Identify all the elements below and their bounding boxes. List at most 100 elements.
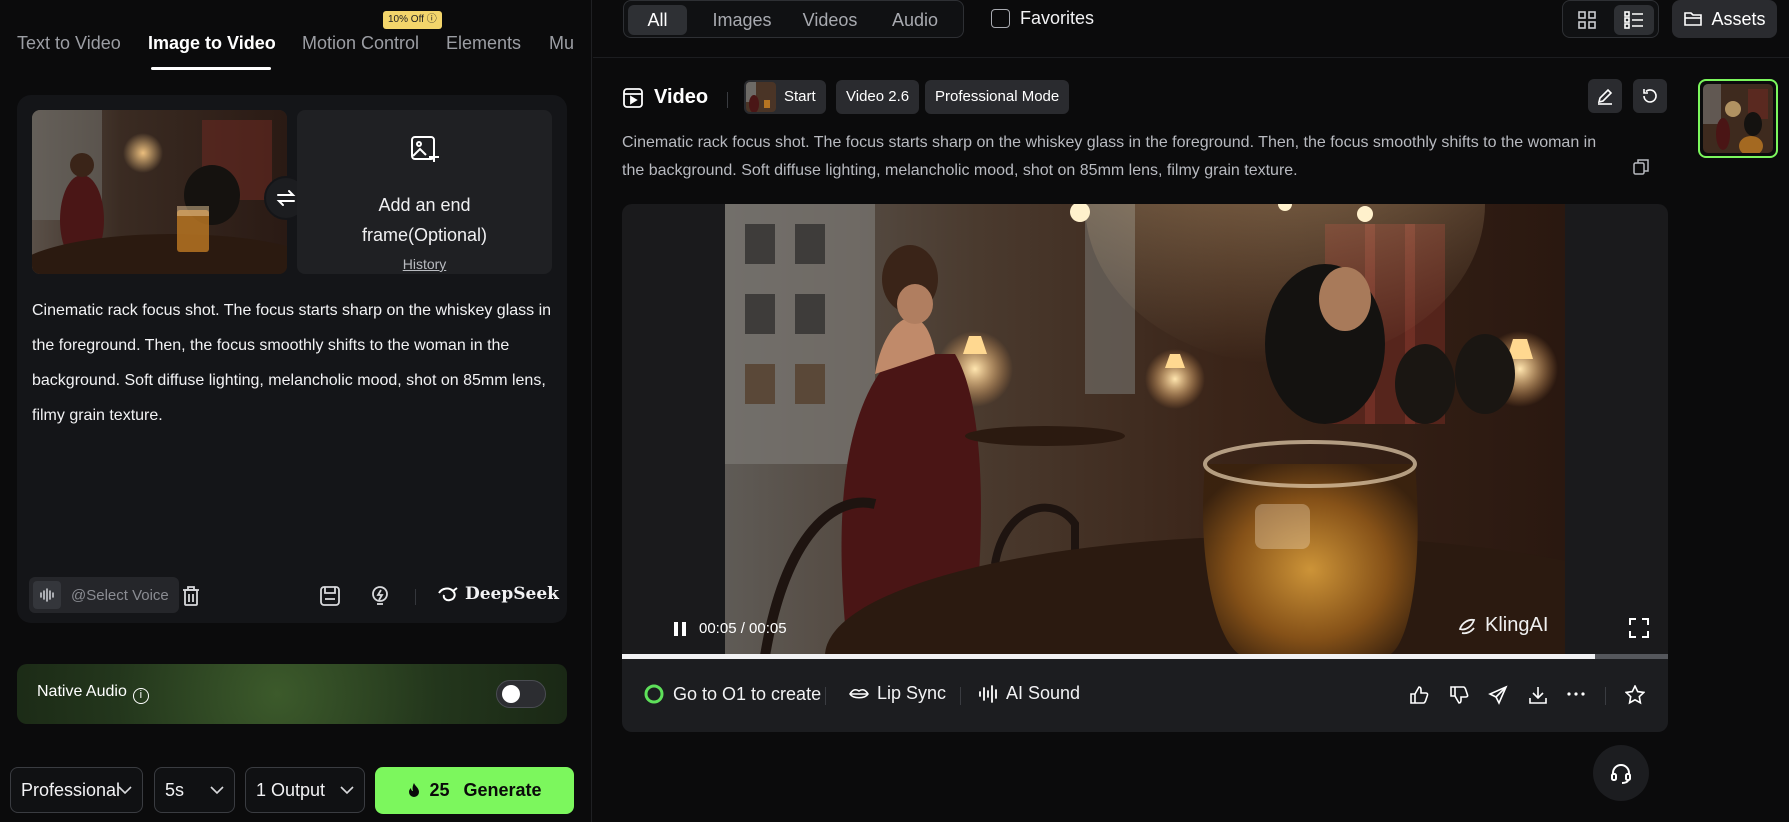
generate-button[interactable]: 25 Generate: [375, 767, 574, 814]
credits-flame-icon: [409, 782, 420, 797]
prompt-textarea[interactable]: Cinematic rack focus shot. The focus sta…: [32, 293, 557, 433]
model-chip: Video 2.6: [836, 80, 920, 114]
output-count-select[interactable]: 1 Output: [245, 767, 365, 813]
native-audio-card: Native Audio i: [17, 664, 567, 724]
share-icon[interactable]: [1488, 685, 1508, 705]
video-card-title: Video: [622, 86, 708, 109]
duration-select[interactable]: 5s: [154, 767, 235, 813]
more-icon[interactable]: [1567, 692, 1585, 696]
start-frame-image[interactable]: [32, 110, 287, 274]
tab-image-to-video[interactable]: Image to Video: [148, 33, 276, 54]
support-button[interactable]: [1593, 745, 1649, 801]
voice-wave-icon: [33, 581, 61, 609]
video-prompt-description: Cinematic rack focus shot. The focus sta…: [622, 134, 1597, 179]
video-result-card: Video Start Video 2.6 Professional Mode …: [622, 78, 1668, 732]
start-thumbnail: [746, 82, 776, 112]
tab-more[interactable]: Mu: [549, 33, 574, 54]
thumbs-up-icon[interactable]: [1409, 685, 1429, 705]
filter-images[interactable]: Images: [697, 5, 787, 35]
enhance-prompt-button[interactable]: [368, 584, 392, 608]
delete-button[interactable]: [179, 584, 203, 608]
add-image-icon: [411, 136, 439, 162]
o1-logo-icon: [644, 684, 664, 704]
credit-cost: 25: [429, 780, 450, 800]
toggle-knob: [502, 685, 520, 703]
video-actions-bar: Go to O1 to create Lip Sync AI Sound: [622, 659, 1668, 732]
mode-value: Professional: [21, 780, 121, 800]
chevron-down-icon: [340, 786, 354, 795]
pause-icon[interactable]: [673, 621, 687, 637]
lip-sync-button[interactable]: Lip Sync: [849, 683, 946, 704]
playback-controls: 00:05 / 00:05: [673, 620, 787, 637]
fullscreen-button[interactable]: [1628, 617, 1650, 644]
watermark-text: KlingAI: [1485, 614, 1549, 636]
creation-panel: Text to Video Image to Video Motion Cont…: [0, 0, 592, 822]
download-icon[interactable]: [1528, 685, 1548, 705]
ai-sound-button[interactable]: AI Sound: [978, 683, 1080, 704]
prompt-card: Add an end frame(Optional) History Cinema…: [17, 95, 567, 623]
regenerate-button[interactable]: [1633, 79, 1667, 113]
select-voice-button[interactable]: @Select Voice: [29, 577, 179, 613]
lips-icon: [849, 688, 869, 699]
assets-label: Assets: [1711, 8, 1766, 29]
favorites-filter[interactable]: Favorites: [991, 8, 1094, 29]
copy-icon[interactable]: [1632, 158, 1650, 181]
toolbar-divider: [415, 589, 416, 605]
swap-icon: [276, 190, 296, 206]
voice-placeholder: @Select Voice: [71, 587, 169, 604]
generate-bar: Professional 5s 1 Output 25 Generate: [0, 767, 592, 815]
generate-label: Generate: [463, 780, 542, 800]
pencil-icon: [1597, 88, 1613, 105]
action-divider: [825, 687, 826, 705]
asset-filter: All Images Videos Audio: [623, 0, 964, 38]
mode-tabs: Text to Video Image to Video Motion Cont…: [0, 0, 592, 74]
info-icon[interactable]: i: [132, 688, 149, 704]
favorites-checkbox[interactable]: [991, 9, 1010, 28]
tab-text-to-video[interactable]: Text to Video: [17, 33, 121, 54]
header-divider: [593, 57, 1789, 58]
klingai-logo-icon: [1458, 618, 1476, 634]
filter-all[interactable]: All: [628, 5, 687, 35]
native-audio-label: Native Audio i: [37, 683, 149, 704]
tab-motion-control[interactable]: Motion Control: [302, 33, 419, 54]
duration-value: 5s: [165, 780, 185, 800]
assets-button[interactable]: Assets: [1672, 0, 1777, 38]
thumbs-down-icon[interactable]: [1449, 685, 1469, 705]
edit-button[interactable]: [1588, 79, 1622, 113]
mode-select[interactable]: Professional: [10, 767, 143, 813]
end-frame-title: Add an end frame(Optional): [361, 195, 488, 245]
deepseek-button[interactable]: DeepSeek: [437, 584, 559, 604]
output-count-value: 1 Output: [256, 780, 326, 800]
end-frame-upload[interactable]: Add an end frame(Optional) History: [297, 110, 552, 274]
save-prompt-button[interactable]: [318, 584, 342, 608]
tab-elements[interactable]: Elements: [446, 33, 521, 54]
video-player[interactable]: 00:05 / 00:05 KlingAI: [622, 204, 1668, 656]
klingai-watermark: KlingAI: [1457, 614, 1548, 637]
star-icon[interactable]: [1625, 685, 1645, 705]
go-to-o1-button[interactable]: Go to O1 to create: [643, 683, 821, 705]
deepseek-label: DeepSeek: [465, 584, 559, 604]
discount-badge: 10% Off ⓘ: [383, 11, 442, 29]
start-frame-chip[interactable]: Start: [744, 80, 826, 114]
playback-time: 00:05 / 00:05: [699, 620, 787, 637]
trash-icon: [183, 586, 199, 606]
lightbulb-icon: [372, 586, 388, 605]
filter-videos[interactable]: Videos: [787, 5, 873, 35]
result-thumbnail[interactable]: [1698, 79, 1778, 158]
history-link[interactable]: History: [297, 256, 552, 272]
deepseek-whale-icon: [438, 587, 458, 602]
video-frame: [725, 204, 1565, 656]
filter-audio[interactable]: Audio: [875, 5, 955, 35]
chevron-down-icon: [210, 786, 224, 795]
video-icon: [623, 87, 643, 108]
native-audio-toggle[interactable]: [496, 680, 546, 708]
grid-view-button[interactable]: [1567, 5, 1607, 35]
start-chip-label: Start: [784, 88, 816, 105]
list-icon: [1624, 11, 1643, 29]
chevron-down-icon: [118, 786, 132, 795]
results-area: All Images Videos Audio Favorites Assets…: [593, 0, 1789, 822]
save-icon: [320, 586, 340, 606]
favorites-label: Favorites: [1020, 8, 1095, 28]
view-toggle: [1562, 0, 1659, 38]
list-view-button[interactable]: [1614, 5, 1654, 35]
